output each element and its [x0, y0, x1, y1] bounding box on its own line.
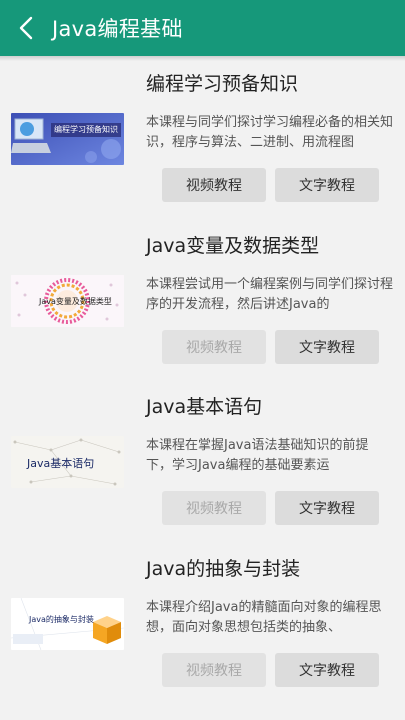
- course-description: 本课程介绍Java的精髓面向对象的编程思想，面向对象思想包括类的抽象、: [146, 599, 382, 635]
- course-title: 编程学习预备知识: [146, 73, 299, 95]
- video-tutorial-button[interactable]: 视频教程: [162, 652, 266, 687]
- course-list: 编程学习预备知识 编程学习预备知识 本课程与同学们探讨学习编程必备的相关知识，程…: [0, 61, 405, 707]
- course-thumbnail[interactable]: Java基本语句: [11, 436, 124, 488]
- course-description: 本课程尝试用一个编程案例与同学们探讨程序的开发流程，然后讲述Java的: [146, 276, 394, 312]
- video-tutorial-button[interactable]: 视频教程: [162, 491, 266, 525]
- laptop-thumbnail-image: [11, 113, 124, 165]
- course-item: Java基本语句 Java基本语句 本课程在掌握Java语法基础知识的前提下，学…: [0, 384, 405, 546]
- course-thumbnail[interactable]: 编程学习预备知识: [11, 113, 124, 165]
- video-tutorial-button[interactable]: 视频教程: [162, 329, 266, 364]
- course-description: 本课程在掌握Java语法基础知识的前提下，学习Java编程的基础要素运: [146, 438, 369, 473]
- text-tutorial-button[interactable]: 文字教程: [275, 652, 379, 687]
- course-title: Java基本语句: [146, 396, 263, 418]
- thumbnail-caption: Java的抽象与封装: [29, 614, 94, 624]
- thumbnail-caption: Java基本语句: [27, 457, 95, 470]
- course-title: Java的抽象与封装: [146, 557, 301, 580]
- back-arrow-icon: [19, 16, 33, 40]
- text-tutorial-button[interactable]: 文字教程: [275, 168, 379, 202]
- text-tutorial-button[interactable]: 文字教程: [275, 491, 379, 525]
- course-title: Java变量及数据类型: [146, 234, 320, 257]
- thumbnail-caption: Java变量及数据类型: [39, 296, 112, 306]
- thumbnail-caption: 编程学习预备知识: [54, 125, 118, 134]
- course-item: 编程学习预备知识 编程学习预备知识 本课程与同学们探讨学习编程必备的相关知识，程…: [0, 61, 405, 223]
- course-item: Java的抽象与封装 Java的抽象与封装 本课程介绍Java的精髓面向对象的编…: [0, 546, 405, 708]
- text-tutorial-button[interactable]: 文字教程: [275, 329, 379, 364]
- page-title: Java编程基础: [52, 17, 183, 41]
- course-thumbnail[interactable]: Java变量及数据类型: [11, 274, 124, 327]
- course-item: Java变量及数据类型 Java变量及数据类型 本课程尝试用一个编程案例与同学们…: [0, 223, 405, 385]
- course-thumbnail[interactable]: Java的抽象与封装: [11, 597, 124, 650]
- back-button[interactable]: [0, 0, 52, 56]
- app-bar: Java编程基础: [0, 0, 405, 56]
- course-description: 本课程与同学们探讨学习编程必备的相关知识，程序与算法、二进制、用流程图: [146, 115, 394, 150]
- video-tutorial-button[interactable]: 视频教程: [162, 168, 266, 202]
